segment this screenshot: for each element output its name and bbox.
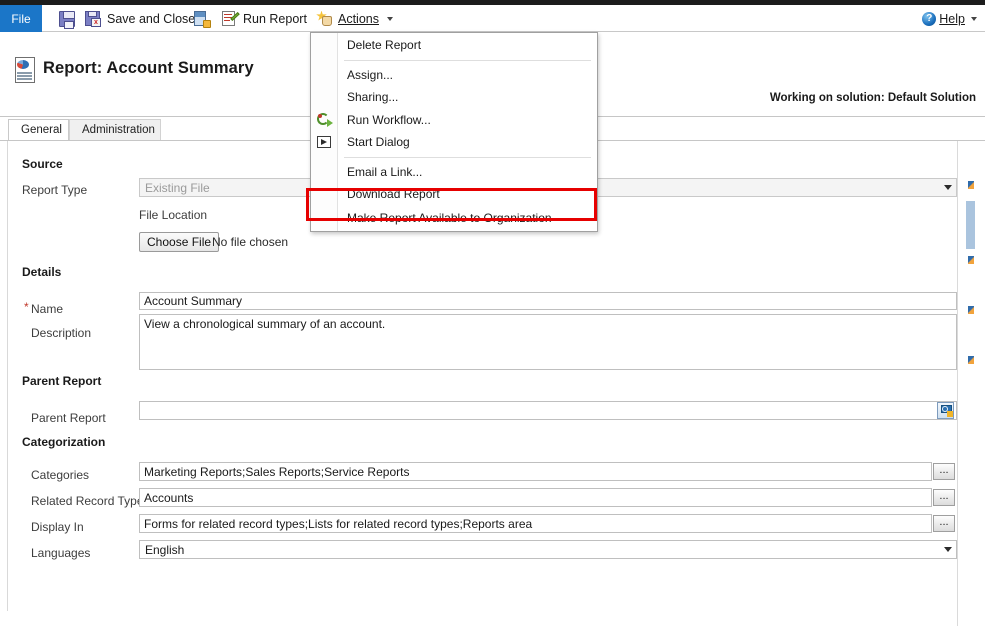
menu-item-label: Download Report (347, 187, 440, 201)
display-in-label: Display In (31, 520, 84, 534)
categories-more-button[interactable]: ... (933, 463, 955, 480)
section-header-parent-report: Parent Report (22, 374, 101, 388)
file-chosen-status: No file chosen (212, 235, 288, 249)
scroll-marker-2-icon (968, 256, 974, 264)
menu-item-make-report-available-to-organization[interactable]: Make Report Available to Organization (311, 206, 597, 230)
scroll-marker-1-icon (968, 181, 974, 189)
actions-menu-label: Actions (338, 12, 379, 26)
save-icon (59, 11, 75, 27)
chevron-down-icon (387, 17, 393, 21)
categories-label: Categories (31, 468, 89, 482)
help-icon: ? (922, 12, 936, 26)
section-header-source: Source (22, 157, 63, 171)
tab-general[interactable]: General (8, 119, 69, 140)
menu-item-label: Assign... (347, 68, 393, 82)
save-and-new-button[interactable] (191, 5, 218, 32)
menu-item-label: Make Report Available to Organization (347, 211, 552, 225)
related-record-types-more-button[interactable]: ... (933, 489, 955, 506)
save-and-close-label: Save and Close (107, 12, 195, 26)
save-and-close-icon: x (85, 11, 102, 27)
parent-report-label: Parent Report (31, 411, 106, 425)
actions-star-icon (316, 11, 333, 27)
help-chevron-down-icon (971, 17, 977, 21)
save-and-close-button[interactable]: x Save and Close (82, 5, 198, 32)
menu-item-label: Run Workflow... (347, 113, 431, 127)
form-left-rule (7, 141, 8, 611)
categories-input[interactable] (139, 462, 932, 481)
menu-item-download-report[interactable]: Download Report (311, 183, 597, 206)
name-label: Name (31, 302, 63, 316)
save-button[interactable] (56, 5, 83, 32)
actions-dropdown-menu[interactable]: Delete Report Assign... Sharing... Run W… (310, 32, 598, 232)
description-label: Description (31, 326, 91, 340)
menu-item-start-dialog[interactable]: Start Dialog (311, 131, 597, 154)
report-form-window: File x Save and Close Run Report Actions… (0, 0, 985, 626)
file-menu-tab[interactable]: File (0, 5, 42, 32)
section-header-categorization: Categorization (22, 435, 105, 449)
file-location-label: File Location (139, 208, 207, 222)
save-and-new-icon (194, 11, 210, 27)
languages-label: Languages (31, 546, 90, 560)
run-report-button[interactable]: Run Report (219, 5, 310, 32)
menu-item-delete-report[interactable]: Delete Report (311, 34, 597, 57)
menu-item-assign[interactable]: Assign... (311, 64, 597, 87)
scroll-marker-3-icon (968, 306, 974, 314)
tab-general-label: General (21, 124, 62, 136)
languages-chevron-down-icon (940, 541, 956, 558)
report-type-label: Report Type (22, 183, 87, 197)
start-dialog-icon (316, 134, 333, 150)
display-in-more-button[interactable]: ... (933, 515, 955, 532)
menu-item-run-workflow[interactable]: Run Workflow... (311, 109, 597, 132)
run-report-label: Run Report (243, 12, 307, 26)
related-record-types-input[interactable] (139, 488, 932, 507)
run-workflow-icon (316, 112, 333, 128)
help-button[interactable]: ? Help (922, 5, 977, 32)
description-textarea[interactable]: View a chronological summary of an accou… (139, 314, 957, 370)
actions-menu-button[interactable]: Actions (313, 5, 396, 32)
display-in-input[interactable] (139, 514, 932, 533)
name-required-marker: * (24, 300, 29, 314)
file-menu-label: File (11, 12, 30, 26)
help-label: Help (939, 12, 965, 26)
menu-item-label: Start Dialog (347, 135, 410, 149)
choose-file-button[interactable]: Choose File (139, 232, 219, 252)
section-header-details: Details (22, 265, 61, 279)
languages-select[interactable]: English (139, 540, 957, 559)
parent-report-lookup-icon[interactable] (937, 402, 954, 419)
tab-administration[interactable]: Administration (69, 119, 161, 140)
menu-separator (344, 60, 591, 61)
report-icon (12, 57, 36, 85)
scroll-marker-4-icon (968, 356, 974, 364)
run-report-icon (222, 11, 238, 27)
related-record-types-label: Related Record Types (31, 494, 150, 508)
report-type-chevron-down-icon (940, 179, 956, 196)
name-input[interactable] (139, 292, 957, 310)
tab-administration-label: Administration (82, 124, 155, 136)
languages-value: English (140, 543, 940, 557)
menu-item-label: Delete Report (347, 38, 421, 52)
menu-item-label: Email a Link... (347, 165, 422, 179)
page-title: Report: Account Summary (43, 59, 254, 78)
menu-item-label: Sharing... (347, 90, 398, 104)
menu-separator (344, 157, 591, 158)
menu-item-sharing[interactable]: Sharing... (311, 86, 597, 109)
solution-context-label: Working on solution: Default Solution (770, 92, 976, 104)
parent-report-input[interactable] (139, 401, 957, 420)
scrollbar-thumb[interactable] (966, 201, 975, 249)
right-scroll-strip (957, 141, 985, 626)
menu-item-email-a-link[interactable]: Email a Link... (311, 161, 597, 184)
